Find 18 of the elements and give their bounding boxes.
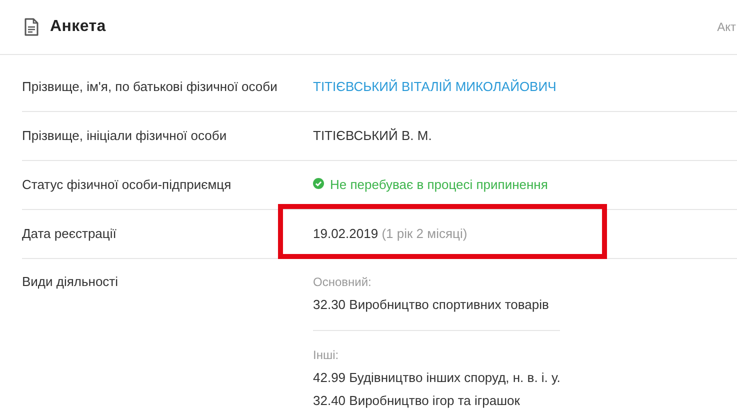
person-name-link[interactable]: ТІТІЄВСЬКИЙ ВІТАЛІЙ МИКОЛАЙОВИЧ — [313, 79, 556, 94]
field-label: Прізвище, ініціали фізичної особи — [22, 127, 228, 145]
field-label: Статус фізичної особи-підприємця — [22, 176, 232, 194]
activity-text: 42.99 Будівництво інших споруд, н. в. і. у. — [313, 369, 560, 387]
field-label: Види діяльності — [22, 273, 120, 291]
page-title: Анкета — [50, 17, 106, 37]
date-text: 19.02.2019 (1 рік 2 місяці) — [313, 226, 468, 241]
header-tab-text[interactable]: Акт — [717, 18, 736, 36]
status-text: Не перебуває в процесі припинення — [330, 176, 548, 194]
activity-text: 32.40 Виробництво ігор та іграшок — [313, 392, 521, 410]
activity-text: 32.30 Виробництво спортивних товарів — [313, 296, 550, 314]
group-title: Інші: — [313, 347, 340, 364]
document-icon — [24, 18, 39, 36]
check-circle-icon — [313, 178, 324, 188]
group-title: Основний: — [313, 274, 372, 291]
value-text: ТІТІЄВСЬКИЙ В. М. — [313, 128, 432, 143]
field-label: Дата реєстрації — [22, 225, 118, 243]
field-label: Прізвище, ім'я, по батькові фізичної особи — [22, 78, 278, 96]
